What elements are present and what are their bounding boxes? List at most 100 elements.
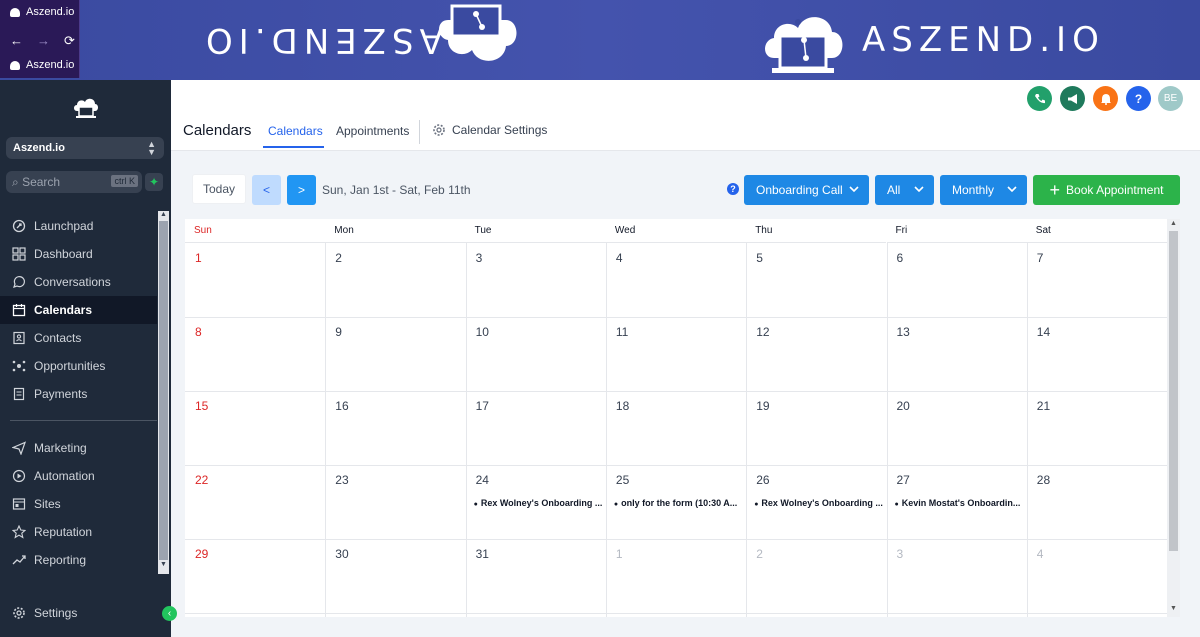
sidebar-search[interactable]: ⌕ Search ctrl K	[6, 171, 142, 193]
phone-icon[interactable]	[1027, 86, 1052, 111]
day-number: 17	[475, 399, 489, 413]
sidebar-scrollbar-thumb[interactable]	[159, 221, 168, 560]
quick-action-icon[interactable]: ✦	[145, 173, 163, 191]
page-title: Calendars	[183, 122, 252, 139]
contacts-icon	[12, 331, 26, 345]
day-cell[interactable]	[746, 243, 886, 317]
appointment-event[interactable]: Kevin Mostat's Onboardin...	[895, 498, 1025, 508]
sidebar-item-settings[interactable]: Settings	[0, 599, 157, 627]
sidebar-item-reputation[interactable]: Reputation	[0, 518, 157, 546]
day-number: 13	[896, 325, 910, 339]
day-cell[interactable]	[887, 539, 1027, 613]
sidebar-item-sites[interactable]: Sites	[0, 490, 157, 518]
appointment-event[interactable]: Rex Wolney's Onboarding ...	[474, 498, 604, 508]
day-cell[interactable]	[746, 539, 886, 613]
day-number: 20	[896, 399, 910, 413]
day-cell[interactable]	[466, 243, 606, 317]
weekday-header: Fri	[886, 219, 1027, 243]
sidebar-item-label: Calendars	[34, 303, 93, 317]
star-icon	[12, 525, 26, 539]
help-icon[interactable]: ?	[1126, 86, 1151, 111]
day-cell[interactable]	[325, 243, 465, 317]
sidebar-item-opportunities[interactable]: Opportunities	[0, 352, 157, 380]
day-cell[interactable]	[606, 243, 746, 317]
day-number: 25	[615, 473, 630, 487]
sidebar-item-label: Reputation	[34, 525, 93, 539]
browser-tab-2[interactable]: Aszend.io	[10, 59, 74, 71]
sidebar-item-contacts[interactable]: Contacts	[0, 324, 157, 352]
page-header: ? BE Calendars Calendars Appointments Ca…	[171, 80, 1200, 151]
account-switcher[interactable]: Aszend.io ▲ ▼	[6, 137, 164, 159]
scroll-up-icon[interactable]: ▲	[160, 211, 167, 218]
back-arrow-icon[interactable]: ←	[10, 33, 23, 49]
day-cell[interactable]	[887, 243, 1027, 317]
gear-icon	[12, 606, 26, 620]
tab-appointments[interactable]: Appointments	[336, 124, 409, 138]
appointment-event[interactable]: only for the form (10:30 A...	[614, 498, 744, 508]
book-appointment-button[interactable]: + Book Appointment	[1033, 175, 1180, 205]
reload-icon[interactable]: ⟳	[64, 33, 75, 49]
scroll-down-icon[interactable]: ▼	[1170, 605, 1177, 612]
day-number: 14	[1036, 325, 1051, 339]
today-button[interactable]: Today	[192, 174, 246, 204]
search-placeholder: Search	[22, 175, 61, 189]
user-filter-dropdown[interactable]: All	[875, 175, 934, 205]
sidebar-item-conversations[interactable]: Conversations	[0, 268, 157, 296]
gear-icon	[433, 124, 445, 136]
calendar-filter-dropdown[interactable]: Onboarding Call	[744, 175, 869, 205]
day-cell[interactable]	[185, 317, 325, 391]
sidebar-item-payments[interactable]: Payments	[0, 380, 157, 408]
sidebar-logo[interactable]	[72, 95, 100, 123]
avatar[interactable]: BE	[1158, 86, 1183, 111]
day-cell[interactable]	[1027, 539, 1167, 613]
day-cell[interactable]	[185, 243, 325, 317]
scroll-down-icon[interactable]: ▼	[160, 561, 167, 568]
chart-icon	[12, 553, 26, 567]
sidebar-item-automation[interactable]: Automation	[0, 462, 157, 490]
weekday-header: Mon	[325, 219, 466, 243]
day-number: 5	[756, 251, 763, 265]
search-icon: ⌕	[12, 175, 19, 189]
scroll-up-icon[interactable]: ▲	[1170, 220, 1177, 227]
tab-calendar-settings[interactable]: Calendar Settings	[432, 123, 547, 137]
megaphone-icon[interactable]	[1060, 86, 1085, 111]
sidebar-divider	[10, 420, 157, 421]
sidebar-item-label: Opportunities	[34, 359, 106, 373]
sidebar-item-dashboard[interactable]: Dashboard	[0, 240, 157, 268]
weekday-header: Sat	[1026, 219, 1167, 243]
forward-arrow-icon[interactable]: →	[37, 33, 50, 49]
day-number: 3	[475, 251, 483, 265]
sidebar-item-launchpad[interactable]: Launchpad	[0, 212, 157, 240]
appointment-event[interactable]: Rex Wolney's Onboarding ...	[754, 498, 884, 508]
chevron-updown-icon: ▲ ▼	[147, 139, 156, 157]
day-number: 31	[475, 547, 489, 561]
day-number: 1	[195, 251, 202, 265]
day-number: 12	[756, 325, 770, 339]
sidebar-item-label: Payments	[34, 387, 88, 401]
sidebar-item-marketing[interactable]: Marketing	[0, 434, 157, 462]
next-button[interactable]: >	[287, 175, 316, 205]
browser-tab[interactable]: Aszend.io	[10, 6, 74, 18]
browser-tab-title: Aszend.io	[26, 6, 75, 18]
bell-icon[interactable]	[1093, 86, 1118, 111]
favicon-icon	[10, 7, 20, 17]
weekday-header: Wed	[605, 219, 747, 243]
day-number: 2	[335, 251, 342, 265]
view-dropdown[interactable]: Monthly	[940, 175, 1027, 205]
chevron-down-icon	[849, 186, 859, 193]
calendar-scrollbar[interactable]: ▲ ▼	[1167, 219, 1180, 617]
tab-calendars[interactable]: Calendars	[268, 124, 323, 138]
day-number: 19	[756, 399, 770, 413]
browser-tab-title-2: Aszend.io	[26, 59, 75, 71]
weekday-header: Sun	[185, 219, 326, 243]
collapse-sidebar-icon[interactable]: ‹	[162, 606, 177, 621]
day-cell[interactable]	[325, 317, 465, 391]
help-icon[interactable]: ?	[727, 183, 739, 195]
previous-button[interactable]: <	[252, 175, 281, 205]
sidebar-item-calendars[interactable]: Calendars	[0, 296, 157, 324]
calendar-scrollbar-thumb[interactable]	[1169, 231, 1178, 551]
day-cell[interactable]	[606, 539, 746, 613]
day-cell[interactable]	[1027, 243, 1167, 317]
day-number: 24	[475, 473, 489, 487]
sidebar-item-reporting[interactable]: Reporting	[0, 546, 157, 574]
